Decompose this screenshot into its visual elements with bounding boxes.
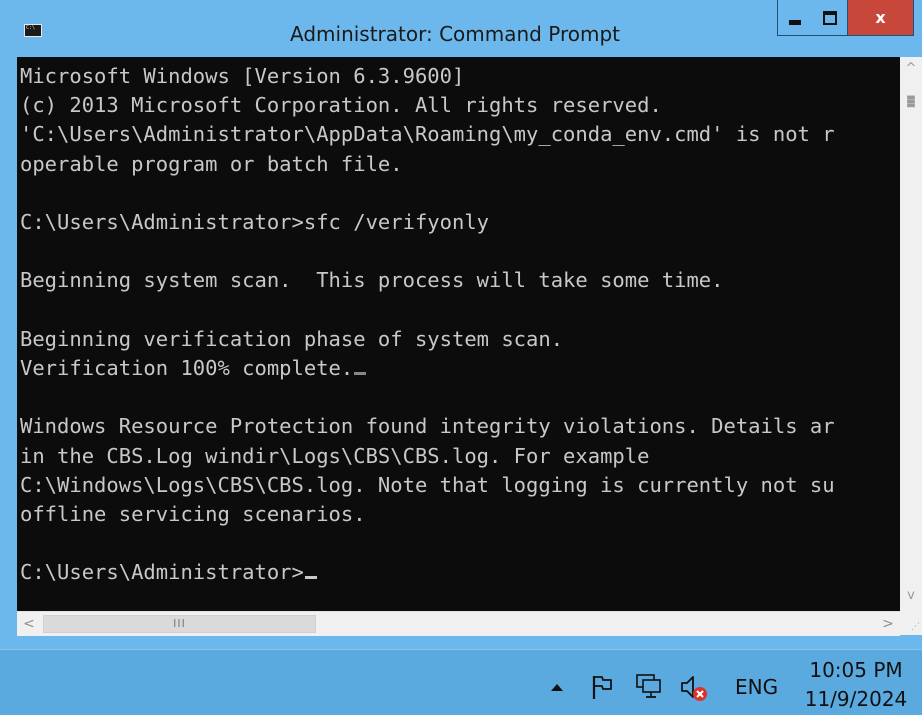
console-line: C:\Users\Administrator>sfc /verifyonly	[20, 210, 489, 235]
console-text: Microsoft Windows [Version 6.3.9600] (c)…	[17, 57, 900, 588]
vertical-scroll-thumb[interactable]: ▬ ▬ ▬	[906, 93, 916, 111]
scroll-left-icon[interactable]: <	[18, 614, 40, 634]
console-line: Microsoft Windows [Version 6.3.9600]	[20, 64, 465, 88]
taskbar: ENG 10:05 PM 11/9/2024	[0, 649, 922, 715]
command-prompt-window: Administrator: Command Prompt x Microsof…	[0, 0, 922, 649]
input-language-indicator[interactable]: ENG	[735, 675, 778, 699]
vertical-scrollbar[interactable]: ^ ▬ ▬ ▬ v	[900, 57, 922, 611]
volume-muted-icon[interactable]	[679, 674, 709, 702]
close-button[interactable]: x	[848, 0, 914, 36]
console-line: Beginning system scan. This process will…	[20, 268, 724, 293]
minimize-icon	[789, 20, 801, 25]
console-output[interactable]: Microsoft Windows [Version 6.3.9600] (c)…	[17, 57, 900, 611]
console-line: Verification 100% complete.	[20, 356, 354, 381]
size-grip[interactable]: ⋰	[900, 611, 922, 635]
system-clock[interactable]: 10:05 PM 11/9/2024	[800, 656, 912, 714]
horizontal-scroll-thumb[interactable]: III	[43, 615, 316, 633]
console-line: offline servicing scenarios.	[20, 502, 366, 527]
scroll-down-icon[interactable]: v	[900, 587, 922, 605]
show-hidden-icons-arrow-icon[interactable]	[551, 684, 563, 691]
command-prompt-line[interactable]: C:\Users\Administrator>	[20, 560, 304, 584]
action-center-flag-icon[interactable]	[591, 674, 613, 700]
title-bar[interactable]: Administrator: Command Prompt x	[0, 0, 922, 57]
clock-time: 10:05 PM	[809, 658, 903, 682]
close-icon: x	[875, 7, 886, 27]
console-line: 'C:\Users\Administrator\AppData\Roaming\…	[20, 122, 835, 147]
console-line: C:\Windows\Logs\CBS\CBS.log. Note that l…	[20, 472, 835, 497]
console-line: Beginning verification phase of system s…	[20, 326, 564, 351]
text-cursor	[304, 576, 317, 580]
network-icon[interactable]	[636, 673, 662, 699]
clock-date: 11/9/2024	[804, 687, 908, 711]
console-line: in the CBS.Log windir\Logs\CBS\CBS.log. …	[20, 443, 650, 468]
horizontal-scrollbar[interactable]: < III >	[17, 611, 900, 636]
maximize-icon	[822, 10, 837, 25]
console-line: operable program or batch file.	[20, 151, 403, 176]
maximize-button[interactable]	[812, 0, 848, 36]
scroll-up-icon[interactable]: ^	[900, 60, 922, 78]
minimize-button[interactable]	[777, 0, 813, 36]
scroll-right-icon[interactable]: >	[877, 614, 899, 634]
stale-cursor	[354, 372, 367, 376]
console-line: Windows Resource Protection found integr…	[20, 414, 835, 439]
console-line: (c) 2013 Microsoft Corporation. All righ…	[20, 93, 662, 118]
